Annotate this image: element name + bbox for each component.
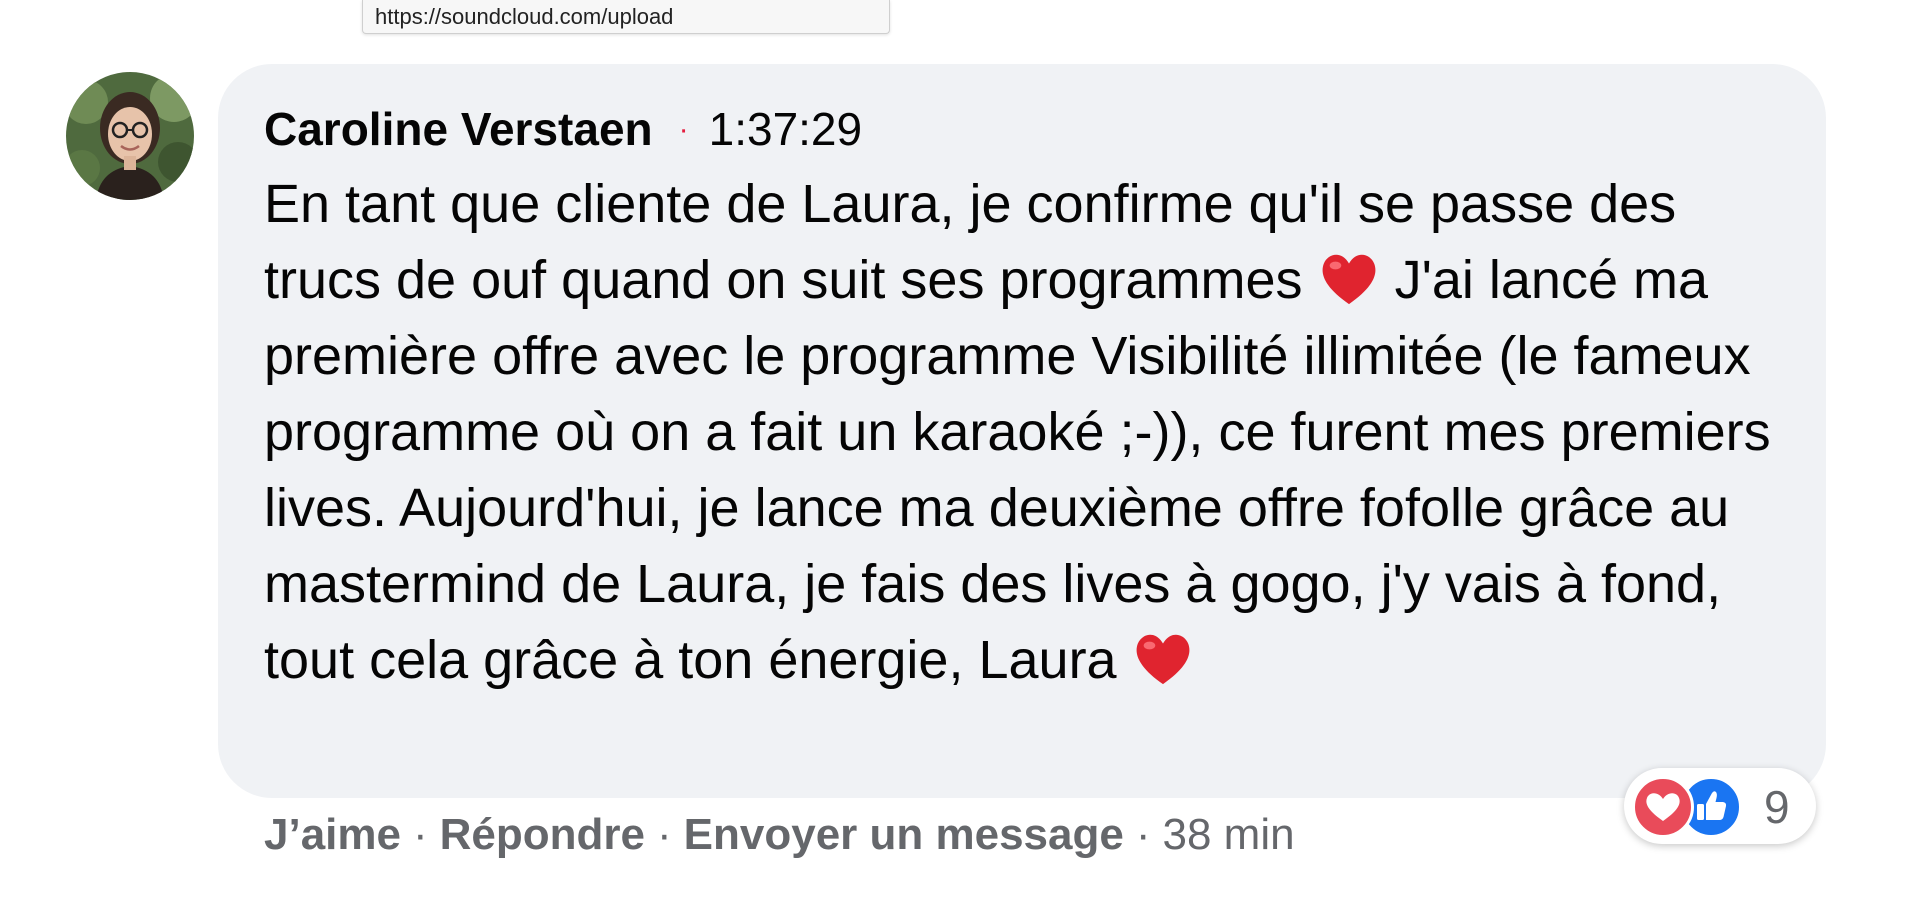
send-message-link[interactable]: Envoyer un message [684,810,1124,859]
reaction-count: 9 [1764,781,1790,833]
heart-reaction-icon [1632,776,1694,838]
reply-link[interactable]: Répondre [440,810,645,859]
red-heart-emoji-icon [1322,254,1375,305]
author-name[interactable]: Caroline Verstaen [264,102,653,156]
comment-bubble: Caroline Verstaen · 1:37:29 En tant que … [218,64,1826,798]
avatar[interactable] [66,72,194,200]
comment-actions: J’aime · Répondre · Envoyer un message · 38 mi… [264,810,1295,860]
tooltip-url: https://soundcloud.com/upload [375,4,674,29]
action-separator: · [657,810,672,859]
comment-age[interactable]: 38 min [1163,810,1295,859]
like-link[interactable]: J’aime [264,810,401,859]
url-tooltip: https://soundcloud.com/upload [362,0,890,34]
video-timestamp[interactable]: 1:37:29 [709,102,862,156]
comment-header: Caroline Verstaen · 1:37:29 [264,102,1786,160]
comment-text-part2: J'ai lancé ma première offre avec le pro… [264,250,1771,690]
reactions-summary[interactable]: 9 [1624,768,1816,844]
action-separator: · [412,810,428,859]
avatar-image [66,72,194,200]
red-heart-emoji-icon [1136,634,1190,685]
comment-text: En tant que cliente de Laura, je confirm… [264,166,1804,698]
header-separator: · [678,113,689,146]
action-separator: · [1135,810,1151,859]
